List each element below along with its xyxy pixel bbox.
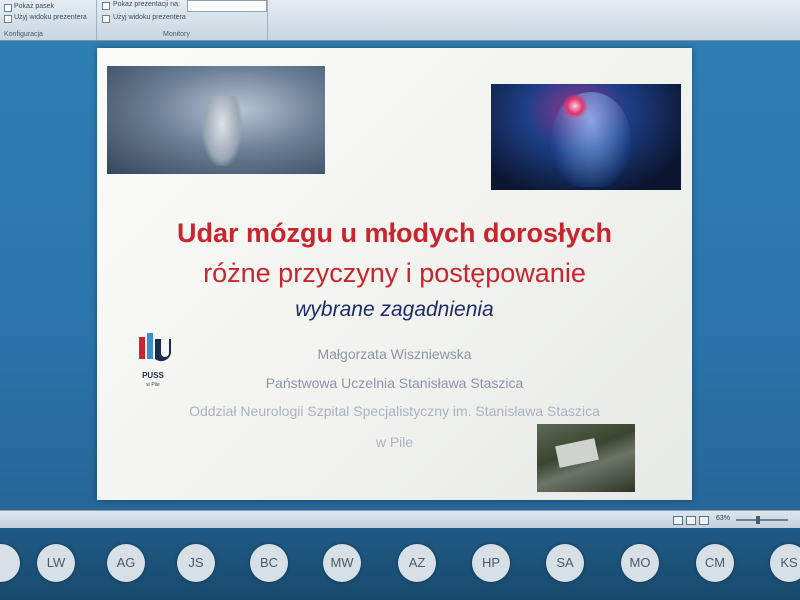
- zoom-slider-knob[interactable]: [756, 516, 760, 524]
- presenter-view-label: Użyj widoku prezentera: [113, 14, 186, 21]
- presenter-view-checkbox[interactable]: [102, 15, 110, 23]
- participant-avatar-partial[interactable]: [0, 544, 20, 582]
- participant-strip: LW AG JS BC MW AZ HP SA MO CM KS: [0, 528, 800, 600]
- participant-avatar[interactable]: AZ: [398, 544, 436, 582]
- slide-subtitle: różne przyczyny i postępowanie: [203, 258, 586, 288]
- participant-avatar[interactable]: CM: [696, 544, 734, 582]
- powerpoint-ribbon: Pokaż pasek Użyj widoku prezentera Konfi…: [0, 0, 800, 41]
- show-on-label: Pokaz prezentacji na:: [113, 1, 180, 8]
- university-name: Państwowa Uczelnia Stanisława Staszica: [265, 375, 524, 391]
- headache-brain-image: [491, 84, 681, 190]
- participant-avatar[interactable]: SA: [546, 544, 584, 582]
- participant-avatar[interactable]: LW: [37, 544, 75, 582]
- department-name: Oddział Neurologii Szpital Specjalistycz…: [189, 403, 600, 419]
- reading-view-icon[interactable]: [699, 516, 709, 525]
- participant-avatar[interactable]: MW: [323, 544, 361, 582]
- brain-glow: [563, 94, 587, 118]
- status-bar: 63%: [0, 510, 800, 529]
- presenter-view-checkbox-left[interactable]: [4, 15, 12, 23]
- participant-avatar[interactable]: AG: [107, 544, 145, 582]
- monitor-icon: [102, 2, 110, 10]
- participant-avatar[interactable]: MO: [621, 544, 659, 582]
- storm-woman-image: [107, 66, 325, 174]
- participant-avatar[interactable]: BC: [250, 544, 288, 582]
- participant-avatar[interactable]: KS: [770, 544, 800, 582]
- participant-avatar[interactable]: HP: [472, 544, 510, 582]
- show-bar-label: Pokaż pasek: [14, 3, 55, 10]
- zoom-level: 63%: [716, 515, 731, 522]
- presenter-view-label-left: Użyj widoku prezentera: [14, 14, 87, 21]
- participant-avatar[interactable]: JS: [177, 544, 215, 582]
- show-bar-checkbox[interactable]: [4, 4, 12, 12]
- presentation-slide: Udar mózgu u młodych dorosłych różne prz…: [97, 48, 692, 500]
- monitor-dropdown[interactable]: [187, 0, 267, 12]
- ribbon-group-label-monitors: Monitory: [163, 31, 190, 38]
- zoom-slider[interactable]: [736, 516, 788, 524]
- woman-figure: [202, 96, 242, 166]
- ribbon-group-label-setup: Konfiguracja: [4, 31, 43, 38]
- slide-tagline: wybrane zagadnienia: [295, 298, 494, 321]
- author-name: Małgorzata Wiszniewska: [317, 346, 472, 362]
- slide-title: Udar mózgu u młodych dorosłych: [176, 218, 613, 248]
- normal-view-icon[interactable]: [673, 516, 683, 525]
- ribbon-group-setup: Pokaż pasek Użyj widoku prezentera Konfi…: [0, 0, 97, 40]
- hospital-aerial-image: [537, 424, 635, 492]
- hospital-building: [555, 438, 599, 468]
- slide-sorter-icon[interactable]: [686, 516, 696, 525]
